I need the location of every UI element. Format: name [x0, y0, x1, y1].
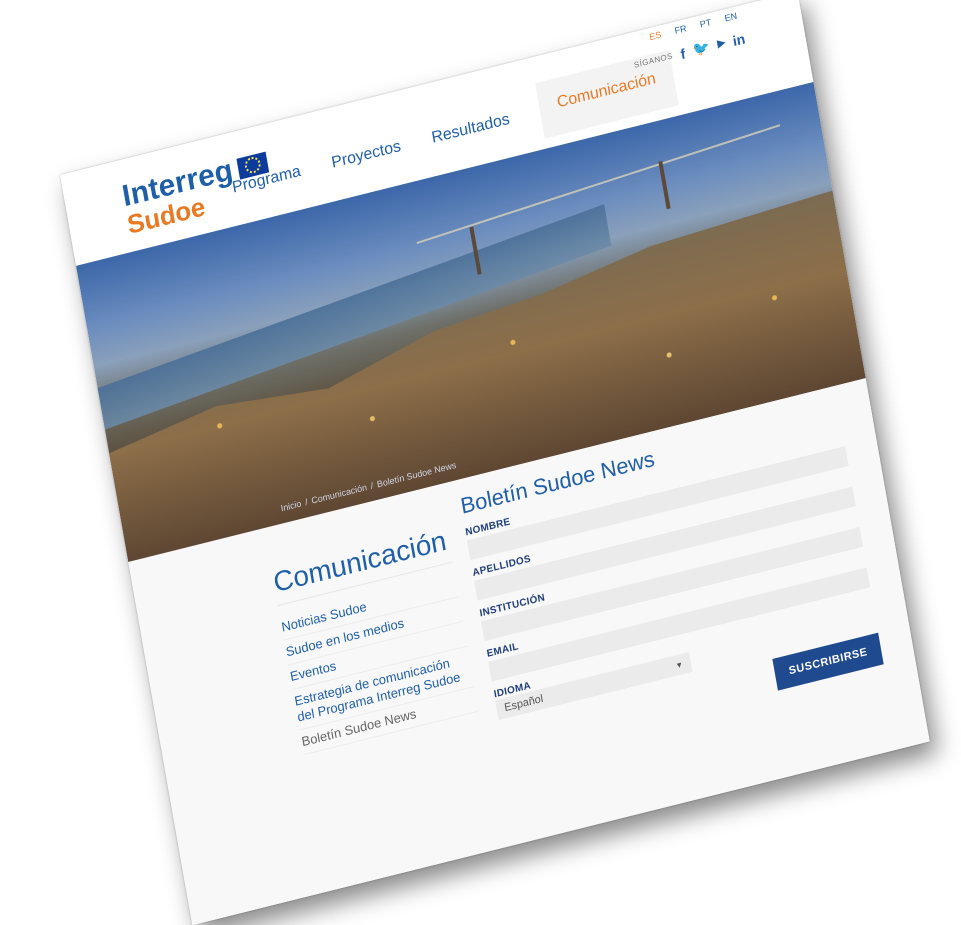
- lang-pt[interactable]: PT: [699, 17, 712, 30]
- breadcrumb-separator: /: [369, 480, 374, 492]
- chevron-down-icon: ▼: [674, 659, 684, 671]
- subscribe-button[interactable]: SUSCRIBIRSE: [772, 632, 884, 691]
- lang-fr[interactable]: FR: [674, 23, 687, 36]
- twitter-icon[interactable]: 🐦: [691, 38, 711, 59]
- youtube-icon[interactable]: ▶: [717, 37, 726, 50]
- section-sidebar: Comunicación Noticias Sudoe Sudoe en los…: [271, 524, 479, 756]
- facebook-icon[interactable]: f: [679, 45, 686, 62]
- breadcrumb-separator: /: [304, 496, 309, 508]
- nav-resultados[interactable]: Resultados: [430, 111, 514, 166]
- nav-proyectos[interactable]: Proyectos: [330, 138, 405, 191]
- lang-es[interactable]: ES: [649, 29, 662, 42]
- linkedin-icon[interactable]: in: [731, 30, 746, 49]
- website-page: Interreg Sudoe Programa Proyectos Result…: [60, 0, 930, 925]
- lang-en[interactable]: EN: [724, 11, 738, 24]
